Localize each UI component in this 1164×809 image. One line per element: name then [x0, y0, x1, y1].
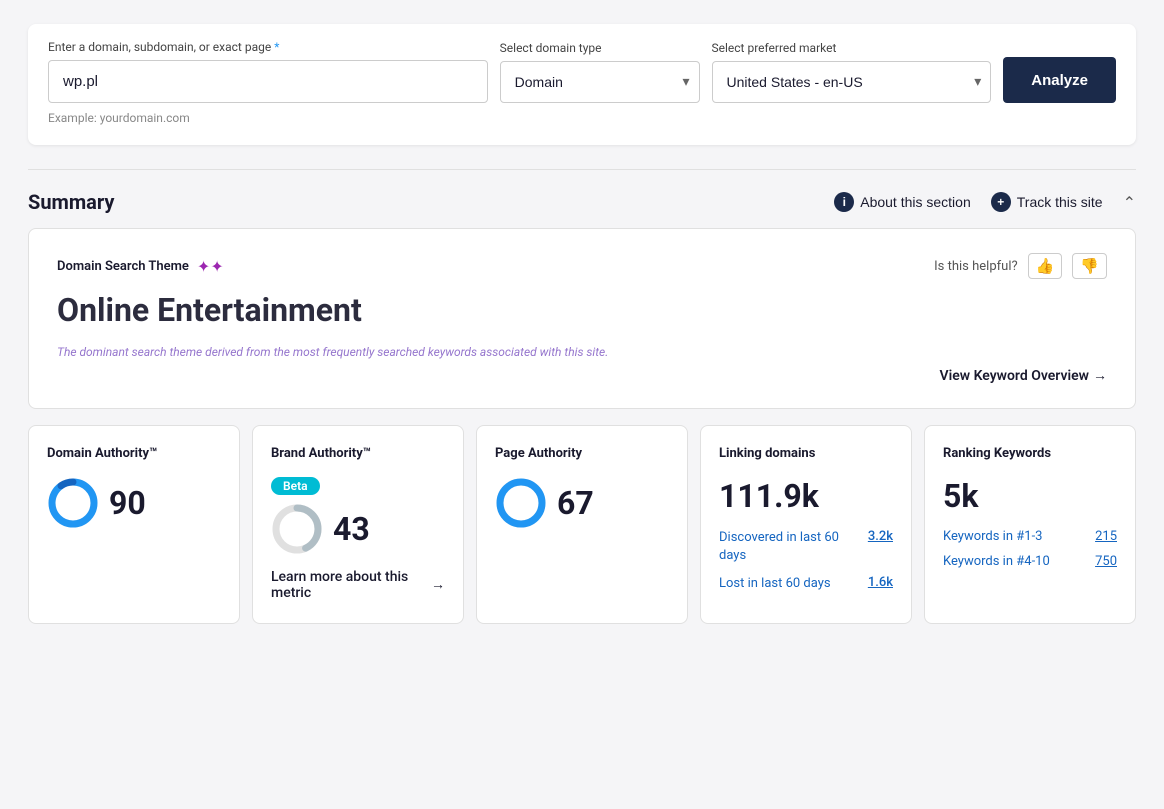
about-section-label: About this section — [860, 194, 971, 210]
page-authority-donut — [495, 477, 547, 529]
collapse-chevron-icon[interactable]: ⌃ — [1123, 193, 1136, 212]
type-field-group: Select domain type Domain Subdomain Exac… — [500, 41, 700, 103]
keywords-1-3-value[interactable]: 215 — [1095, 529, 1117, 544]
arrow-right-icon: → — [1093, 367, 1107, 384]
type-label: Select domain type — [500, 41, 700, 55]
ranking-keywords-value: 5k — [943, 477, 1117, 515]
summary-header: Summary i About this section + Track thi… — [28, 190, 1136, 214]
domain-label-text: Enter a domain, subdomain, or exact page — [48, 40, 271, 54]
discovered-value[interactable]: 3.2k — [868, 529, 893, 544]
page-authority-title: Page Authority — [495, 446, 669, 463]
market-select[interactable]: United States - en-US United Kingdom - e… — [712, 61, 992, 103]
linking-domains-value: 111.9k — [719, 477, 893, 515]
theme-label: Domain Search Theme — [57, 259, 189, 274]
summary-section: Summary i About this section + Track thi… — [28, 190, 1136, 624]
page-authority-value-row: 67 — [495, 477, 669, 529]
track-site-button[interactable]: + Track this site — [991, 192, 1103, 212]
keyword-overview-label: View Keyword Overview — [940, 368, 1090, 384]
keywords-4-10-value[interactable]: 750 — [1095, 554, 1117, 569]
ranking-keywords-title: Ranking Keywords — [943, 446, 1117, 463]
divider — [28, 169, 1136, 170]
theme-card-footer: View Keyword Overview → — [57, 367, 1107, 384]
metrics-row: Domain Authority™ 90 Brand Authority™ Be… — [28, 425, 1136, 624]
analyze-button[interactable]: Analyze — [1003, 57, 1116, 103]
linking-domains-card: Linking domains 111.9k Discovered in las… — [700, 425, 912, 624]
ranking-keywords-card: Ranking Keywords 5k Keywords in #1-3 215… — [924, 425, 1136, 624]
arrow-right-icon: → — [431, 576, 445, 593]
domain-authority-donut — [47, 477, 99, 529]
domain-label: Enter a domain, subdomain, or exact page… — [48, 40, 488, 54]
lost-value[interactable]: 1.6k — [868, 575, 893, 590]
lost-label: Lost in last 60 days — [719, 575, 831, 593]
about-section-button[interactable]: i About this section — [834, 192, 971, 212]
helpful-label: Is this helpful? — [934, 259, 1017, 274]
page-authority-value: 67 — [557, 484, 594, 522]
helpful-row: Is this helpful? 👍 👎 — [934, 253, 1107, 279]
example-text: Example: yourdomain.com — [48, 111, 1116, 125]
page-wrapper: Enter a domain, subdomain, or exact page… — [0, 0, 1164, 809]
discovered-row: Discovered in last 60 days 3.2k — [719, 529, 893, 565]
domain-authority-value-row: 90 — [47, 477, 221, 529]
linking-domains-title: Linking domains — [719, 446, 893, 463]
type-select-wrapper: Domain Subdomain Exact Page ▾ — [500, 61, 700, 103]
thumbs-up-button[interactable]: 👍 — [1028, 253, 1063, 279]
market-label: Select preferred market — [712, 41, 992, 55]
thumbs-down-button[interactable]: 👎 — [1072, 253, 1107, 279]
discovered-label: Discovered in last 60 days — [719, 529, 868, 565]
domain-field-group: Enter a domain, subdomain, or exact page… — [48, 40, 488, 103]
page-authority-card: Page Authority 67 — [476, 425, 688, 624]
info-icon: i — [834, 192, 854, 212]
keyword-overview-link[interactable]: View Keyword Overview → — [940, 367, 1108, 384]
learn-more-label: Learn more about this metric — [271, 569, 427, 601]
summary-actions: i About this section + Track this site ⌃ — [834, 192, 1136, 212]
plus-icon: + — [991, 192, 1011, 212]
brand-authority-value: 43 — [333, 510, 370, 548]
keywords-1-3-row: Keywords in #1-3 215 — [943, 529, 1117, 544]
brand-authority-value-row: 43 — [271, 503, 445, 555]
keywords-1-3-label: Keywords in #1-3 — [943, 529, 1042, 544]
lost-row: Lost in last 60 days 1.6k — [719, 575, 893, 593]
domain-authority-value: 90 — [109, 484, 146, 522]
sparkle-icon: ✦✦ — [197, 257, 224, 276]
domain-authority-card: Domain Authority™ 90 — [28, 425, 240, 624]
theme-card-header: Domain Search Theme ✦✦ Is this helpful? … — [57, 253, 1107, 279]
search-section: Enter a domain, subdomain, or exact page… — [28, 24, 1136, 145]
market-field-group: Select preferred market United States - … — [712, 41, 992, 103]
beta-badge: Beta — [271, 477, 320, 495]
brand-authority-donut — [271, 503, 323, 555]
theme-title: Online Entertainment — [57, 291, 1107, 329]
track-site-label: Track this site — [1017, 194, 1103, 210]
summary-title: Summary — [28, 190, 114, 214]
domain-input[interactable] — [48, 60, 488, 103]
domain-authority-title: Domain Authority™ — [47, 446, 221, 463]
theme-card: Domain Search Theme ✦✦ Is this helpful? … — [28, 228, 1136, 409]
keywords-4-10-label: Keywords in #4-10 — [943, 554, 1050, 569]
required-marker: * — [274, 40, 279, 54]
domain-type-select[interactable]: Domain Subdomain Exact Page — [500, 61, 700, 103]
market-select-wrapper: United States - en-US United Kingdom - e… — [712, 61, 992, 103]
theme-description: The dominant search theme derived from t… — [57, 345, 1107, 359]
brand-authority-title: Brand Authority™ — [271, 446, 445, 463]
brand-authority-card: Brand Authority™ Beta 43 Learn more abou… — [252, 425, 464, 624]
theme-label-row: Domain Search Theme ✦✦ — [57, 257, 224, 276]
learn-more-link[interactable]: Learn more about this metric → — [271, 569, 445, 601]
keywords-4-10-row: Keywords in #4-10 750 — [943, 554, 1117, 569]
search-row: Enter a domain, subdomain, or exact page… — [48, 40, 1116, 103]
